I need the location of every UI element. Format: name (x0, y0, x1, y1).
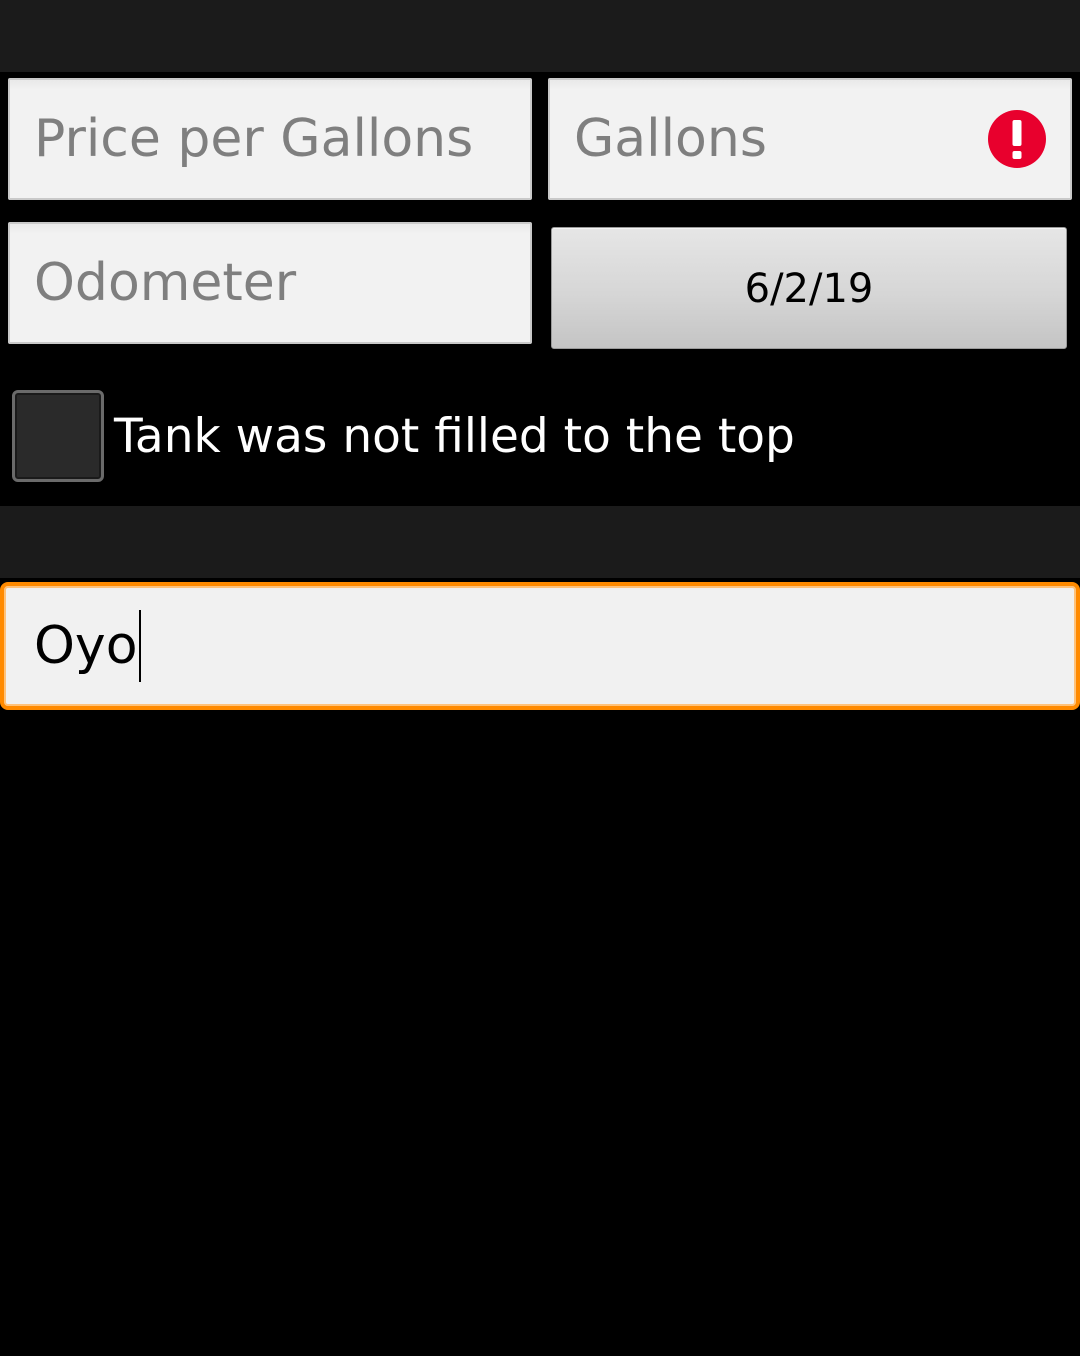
partial-fill-checkbox[interactable] (12, 390, 104, 482)
odometer-placeholder: Odometer (34, 253, 297, 313)
gallons-field[interactable]: Gallons (548, 78, 1072, 200)
gallons-placeholder: Gallons (574, 109, 767, 169)
note-input-value: Oyo (34, 616, 138, 676)
note-input[interactable]: Oyo (0, 582, 1080, 710)
date-button-label: 6/2/19 (744, 266, 874, 312)
partial-fill-row[interactable]: Tank was not filled to the top (12, 390, 795, 482)
alert-icon[interactable] (988, 110, 1046, 168)
price-per-gallon-placeholder: Price per Gallons (34, 109, 474, 169)
odometer-field[interactable]: Odometer (8, 222, 532, 344)
section-divider-bar (0, 506, 1080, 578)
date-picker-button[interactable]: 6/2/19 (551, 227, 1067, 349)
text-cursor (138, 610, 141, 682)
partial-fill-label[interactable]: Tank was not filled to the top (114, 409, 795, 464)
price-per-gallon-field[interactable]: Price per Gallons (8, 78, 532, 200)
top-bar (0, 0, 1080, 72)
